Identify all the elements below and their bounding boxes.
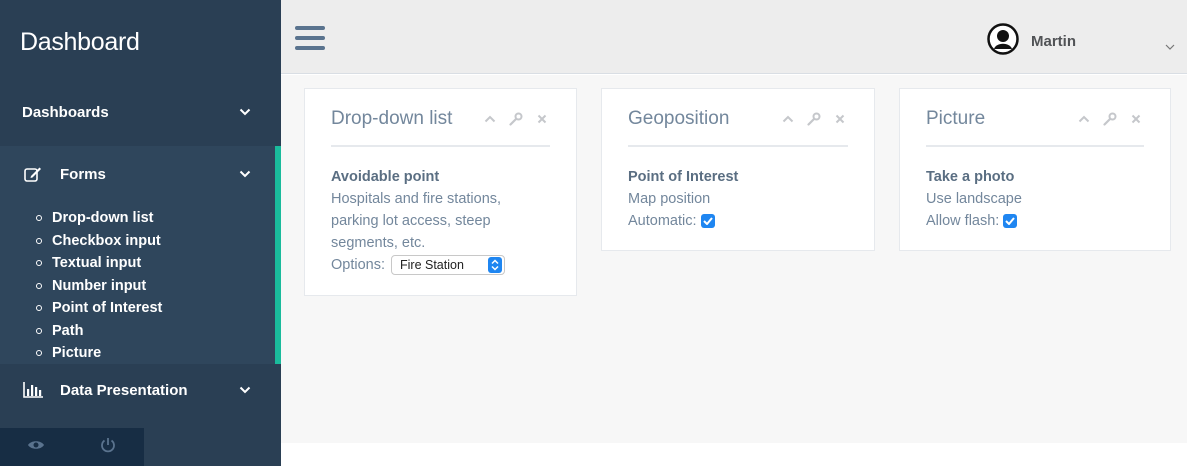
panel-heading: Avoidable point xyxy=(331,169,440,185)
bar-chart-icon xyxy=(22,382,44,398)
allow-flash-checkbox[interactable] xyxy=(1003,214,1018,228)
close-icon[interactable] xyxy=(832,114,848,124)
panel-header: Picture xyxy=(926,89,1144,147)
avatar xyxy=(987,22,1019,60)
chevron-down-icon xyxy=(239,386,251,394)
nav-dashboards[interactable]: Dashboards xyxy=(0,92,281,132)
nav-data-presentation-label: Data Presentation xyxy=(60,381,188,399)
site-title[interactable]: Dashboard xyxy=(0,0,281,80)
panel-heading: Take a photo xyxy=(926,169,1015,185)
nav-forms[interactable]: Forms xyxy=(0,154,281,194)
panel-title: Geoposition xyxy=(628,108,730,129)
panel-body: Take a photo Use landscape Allow flash: xyxy=(926,147,1144,232)
nav-data-presentation[interactable]: Data Presentation xyxy=(0,370,281,410)
checkbox-label: Allow flash: xyxy=(926,213,1000,229)
checkbox-row: Automatic: xyxy=(628,210,848,232)
select-arrows-icon xyxy=(488,257,502,273)
submenu-item-number-input[interactable]: Number input xyxy=(36,275,162,298)
panel-toolbox xyxy=(780,112,848,126)
top-navbar: Martin xyxy=(281,0,1187,74)
description-line: Map position xyxy=(628,191,711,207)
menu-toggle-icon[interactable] xyxy=(295,26,325,50)
automatic-checkbox[interactable] xyxy=(700,214,715,228)
checkbox-row: Allow flash: xyxy=(926,210,1144,232)
options-select[interactable]: Fire Station xyxy=(391,255,505,275)
power-button[interactable] xyxy=(72,428,144,466)
power-icon xyxy=(100,437,116,458)
sidebar: Dashboard Dashboards Forms Drop-down lis… xyxy=(0,0,281,466)
chevron-down-icon xyxy=(239,108,251,116)
options-label: Options: xyxy=(331,257,385,273)
eye-button[interactable] xyxy=(0,428,72,466)
panel-body: Avoidable point Hospitals and fire stati… xyxy=(331,147,550,276)
chevron-up-icon[interactable] xyxy=(780,115,796,123)
panel-title: Picture xyxy=(926,108,986,129)
page-bottom xyxy=(281,443,1187,466)
options-selected-value: Fire Station xyxy=(400,258,464,272)
panel-heading: Point of Interest xyxy=(628,169,739,185)
panel-toolbox xyxy=(1076,112,1144,126)
chevron-up-icon[interactable] xyxy=(1076,115,1092,123)
wrench-icon[interactable] xyxy=(1102,112,1118,126)
nav-dashboards-label: Dashboards xyxy=(22,103,109,121)
submenu-item-textual-input[interactable]: Textual input xyxy=(36,252,162,275)
panel-drop-down-list: Drop-down list Avoidable point Hospitals… xyxy=(304,88,577,296)
chevron-up-icon[interactable] xyxy=(482,115,498,123)
submenu-item-picture[interactable]: Picture xyxy=(36,342,162,365)
panel-geoposition: Geoposition Point of Interest Map positi… xyxy=(601,88,875,251)
chevron-down-icon[interactable] xyxy=(1165,37,1175,55)
submenu-item-path[interactable]: Path xyxy=(36,320,162,343)
close-icon[interactable] xyxy=(534,114,550,124)
panel-header: Drop-down list xyxy=(331,89,550,147)
panel-header: Geoposition xyxy=(628,89,848,147)
panel-title: Drop-down list xyxy=(331,108,453,129)
panel-picture: Picture Take a photo Use landscape Allow… xyxy=(899,88,1171,251)
submenu-item-point-of-interest[interactable]: Point of Interest xyxy=(36,297,162,320)
wrench-icon[interactable] xyxy=(806,112,822,126)
panel-toolbox xyxy=(482,112,550,126)
user-profile[interactable]: Martin xyxy=(987,22,1076,60)
eye-icon xyxy=(27,438,45,456)
forms-submenu: Drop-down list Checkbox input Textual in… xyxy=(36,207,162,365)
close-icon[interactable] xyxy=(1128,114,1144,124)
sidebar-footer xyxy=(0,428,144,466)
description-line: segments, etc. xyxy=(331,235,426,251)
description-line: Use landscape xyxy=(926,191,1022,207)
options-row: Options: Fire Station xyxy=(331,254,550,276)
user-name: Martin xyxy=(1031,32,1076,50)
description-line: parking lot access, steep xyxy=(331,213,491,229)
panel-body: Point of Interest Map position Automatic… xyxy=(628,147,848,232)
nav-forms-label: Forms xyxy=(60,165,106,183)
edit-icon xyxy=(22,166,44,182)
description-line: Hospitals and fire stations, xyxy=(331,191,502,207)
submenu-item-drop-down-list[interactable]: Drop-down list xyxy=(36,207,162,230)
checkbox-label: Automatic: xyxy=(628,213,697,229)
wrench-icon[interactable] xyxy=(508,112,524,126)
submenu-item-checkbox-input[interactable]: Checkbox input xyxy=(36,230,162,253)
chevron-down-icon xyxy=(239,170,251,178)
